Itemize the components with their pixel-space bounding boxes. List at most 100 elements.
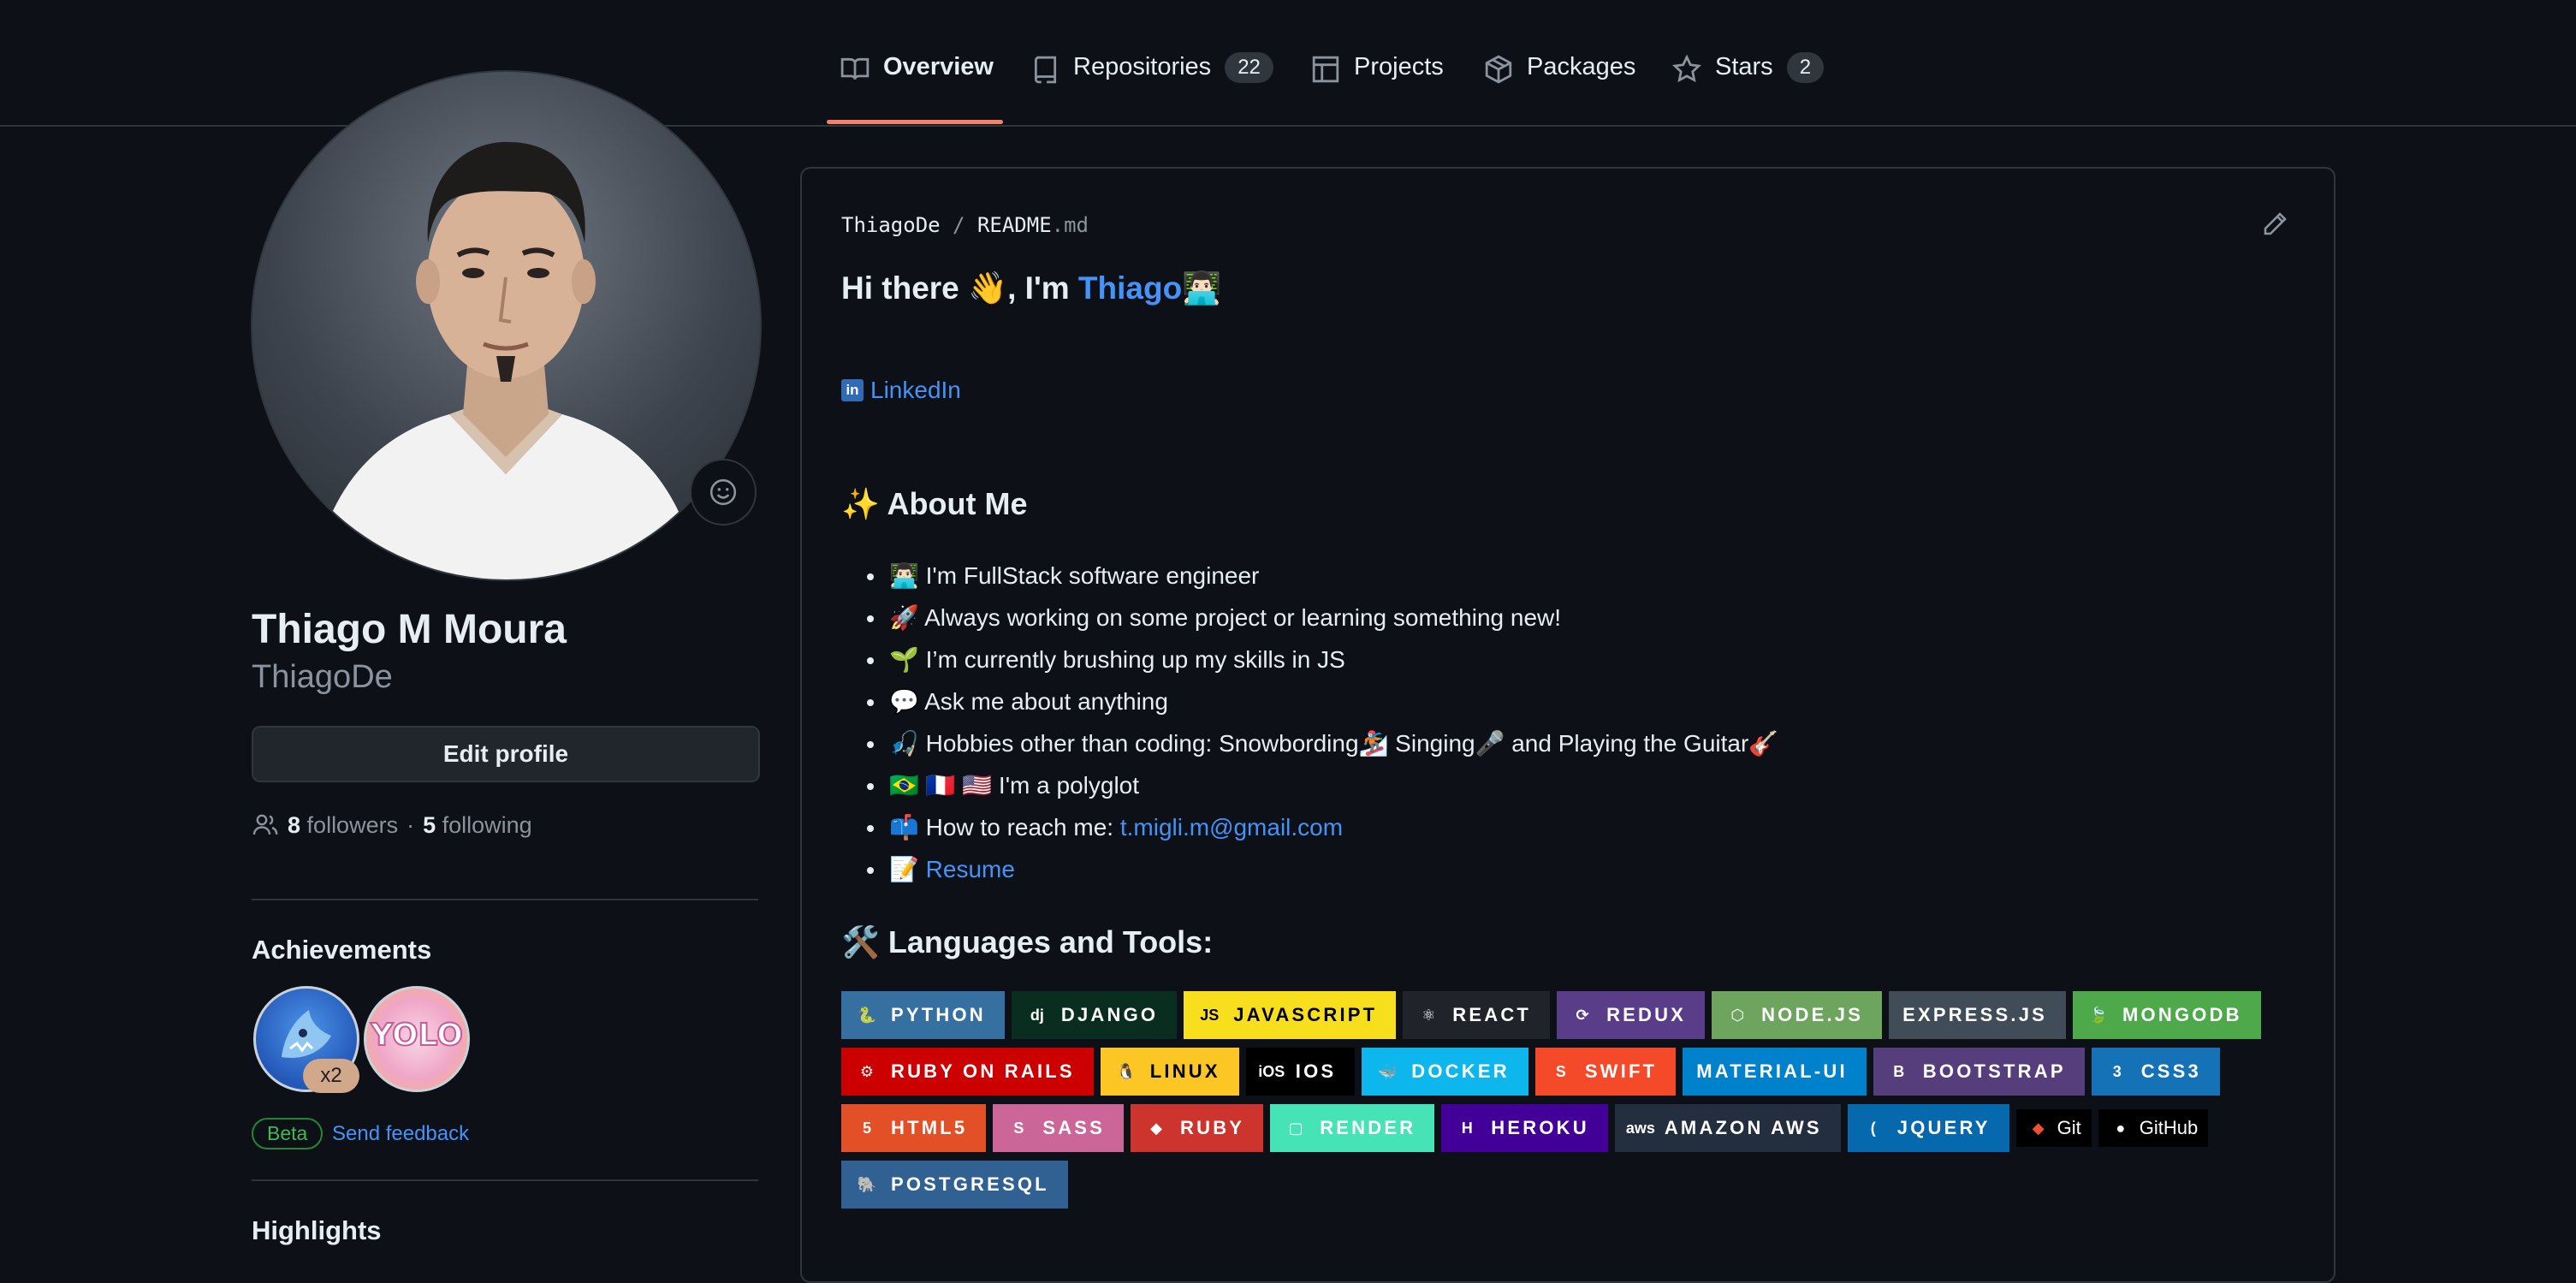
render-badge: ▢ RENDER: [1270, 1104, 1435, 1152]
book-icon: [840, 55, 870, 84]
badge-label: DJANGO: [1060, 1004, 1159, 1025]
list-item-text: 📫 How to reach me:: [889, 814, 1120, 840]
email-link[interactable]: t.migli.m@gmail.com: [1120, 814, 1343, 840]
set-status-button[interactable]: [690, 459, 757, 526]
bootstrap-badge: B BOOTSTRAP: [1873, 1048, 2085, 1096]
tech-badges: 🐍 PYTHON dj DJANGO JS JAVASCRIPT ⚛ REACT ⟳ REDUX ⬡…: [841, 991, 2313, 1217]
css3-badge: 3 CSS3: [2091, 1048, 2220, 1096]
badge-row: ⚙ RUBY ON RAILS 🐧 LINUX iOS IOS 🐳 DOCKER S SWIFT M…: [841, 1048, 2313, 1096]
badge-label: BOOTSTRAP: [1922, 1060, 2066, 1082]
badge-label: IOS: [1295, 1060, 1337, 1082]
docker-badge: 🐳 DOCKER: [1362, 1048, 1528, 1096]
readme-file-link[interactable]: README.md: [977, 213, 1089, 237]
table-icon: [1311, 55, 1340, 84]
jquery-badge: (JQUERY: [1847, 1104, 2009, 1152]
sass-badge: S SASS: [993, 1104, 1125, 1152]
yolo-icon: YOLO: [369, 1017, 464, 1054]
jquery-icon: (: [1870, 1119, 1876, 1137]
send-feedback-link[interactable]: Send feedback: [332, 1122, 469, 1146]
languages-tools-heading: 🛠️ Languages and Tools:: [841, 924, 1214, 959]
badge-label: Git: [2057, 1117, 2081, 1138]
nodejs-icon: ⬡: [1730, 1006, 1744, 1024]
list-item-text: 💬 Ask me about anything: [889, 688, 1168, 715]
django-icon: dj: [1030, 1006, 1044, 1024]
list-item-text: 🎣 Hobbies other than coding: Snowbording…: [889, 730, 1779, 757]
about-me-list: 👨🏻‍💻 I'm FullStack software engineer 🚀 A…: [867, 555, 1778, 890]
mongodb-badge: 🍃 MONGODB: [2073, 991, 2261, 1039]
edit-profile-button[interactable]: Edit profile: [252, 726, 760, 782]
package-icon: [1484, 55, 1513, 84]
followers-link[interactable]: 8 followers: [288, 812, 398, 839]
badge-label: HTML5: [891, 1117, 968, 1138]
tab-label: Projects: [1354, 53, 1444, 80]
postgresql-badge: 🐘 POSTGRESQL: [841, 1161, 1068, 1209]
html5-badge: 5 HTML5: [841, 1104, 987, 1152]
ios-icon: iOS: [1258, 1062, 1285, 1080]
linkedin-label: LinkedIn: [870, 377, 961, 403]
followers-count: 8: [288, 811, 301, 838]
linkedin-link[interactable]: in LinkedIn: [841, 377, 961, 404]
badge-label: CSS3: [2140, 1060, 2201, 1082]
achievement-yolo-badge[interactable]: YOLO: [364, 986, 470, 1092]
list-item: 👨🏻‍💻 I'm FullStack software engineer: [867, 555, 1778, 597]
list-item: 🇧🇷 🇫🇷 🇺🇸 I'm a polyglot: [867, 764, 1778, 806]
badge-label: REDUX: [1606, 1004, 1687, 1025]
badge-label: EXPRESS.JS: [1902, 1004, 2048, 1025]
tab-label: Stars: [1715, 53, 1773, 80]
sass-icon: S: [1013, 1119, 1024, 1137]
react-icon: ⚛: [1422, 1006, 1436, 1024]
express-js-badge: EXPRESS.JS: [1889, 991, 2067, 1039]
ruby-icon: ◆: [1150, 1119, 1162, 1137]
badge-label: PYTHON: [891, 1004, 986, 1025]
people-icon: [252, 814, 278, 835]
path-separator: /: [953, 213, 965, 237]
html5-icon: 5: [862, 1119, 871, 1137]
javascript-badge: JS JAVASCRIPT: [1184, 991, 1397, 1039]
readme-path: ThiagoDe / README.md: [841, 213, 1089, 237]
redux-badge: ⟳ REDUX: [1557, 991, 1706, 1039]
list-item: 🚀 Always working on some project or lear…: [867, 597, 1778, 639]
render-icon: ▢: [1288, 1119, 1303, 1137]
rails-icon: ⚙: [859, 1062, 875, 1080]
badge-label: LINUX: [1149, 1060, 1220, 1082]
repo-icon: [1030, 55, 1059, 84]
ruby-badge: ◆ RUBY: [1131, 1104, 1264, 1152]
bootstrap-icon: B: [1893, 1062, 1905, 1080]
achievements-title: Achievements: [252, 935, 432, 965]
smiley-icon: [709, 478, 737, 506]
list-item: 💬 Ask me about anything: [867, 680, 1778, 722]
avatar[interactable]: [251, 70, 762, 581]
tab-label: Overview: [883, 53, 994, 80]
github-icon: ●: [2116, 1119, 2126, 1137]
tab-overview[interactable]: Overview: [840, 53, 994, 115]
greeting-name-link[interactable]: Thiago: [1078, 270, 1182, 306]
follow-separator: ·: [407, 811, 415, 838]
mongodb-icon: 🍃: [2088, 1006, 2109, 1024]
list-item-text: 🇧🇷 🇫🇷 🇺🇸 I'm a polyglot: [889, 772, 1140, 799]
badge-label: RENDER: [1320, 1117, 1416, 1138]
tab-label: Packages: [1527, 53, 1636, 80]
readme-owner-link[interactable]: ThiagoDe: [841, 213, 941, 237]
badge-label: RUBY: [1180, 1117, 1245, 1138]
react-badge: ⚛ REACT: [1403, 991, 1551, 1039]
badge-label: MONGODB: [2122, 1004, 2242, 1025]
following-link[interactable]: 5 following: [423, 812, 532, 839]
node-js-badge: ⬡ NODE.JS: [1712, 991, 1883, 1039]
linux-icon: 🐧: [1116, 1062, 1136, 1080]
css3-icon: 3: [2112, 1062, 2122, 1080]
tab-repositories[interactable]: Repositories 22: [1030, 52, 1273, 115]
linux-badge: 🐧 LINUX: [1100, 1048, 1239, 1096]
beta-badge: Beta: [252, 1118, 323, 1149]
tab-packages[interactable]: Packages: [1484, 53, 1635, 115]
resume-link[interactable]: Resume: [926, 856, 1015, 882]
tab-stars[interactable]: Stars 2: [1671, 52, 1825, 115]
badge-label: DOCKER: [1411, 1060, 1510, 1082]
active-tab-underline: [827, 120, 1003, 124]
edit-readme-button[interactable]: [2261, 211, 2288, 238]
tab-projects[interactable]: Projects: [1311, 53, 1444, 115]
python-badge: 🐍 PYTHON: [841, 991, 1005, 1039]
badge-label: HEROKU: [1491, 1117, 1589, 1138]
redux-icon: ⟳: [1576, 1006, 1589, 1024]
repositories-count-badge: 22: [1225, 52, 1273, 83]
aws-icon: aws: [1625, 1119, 1655, 1137]
